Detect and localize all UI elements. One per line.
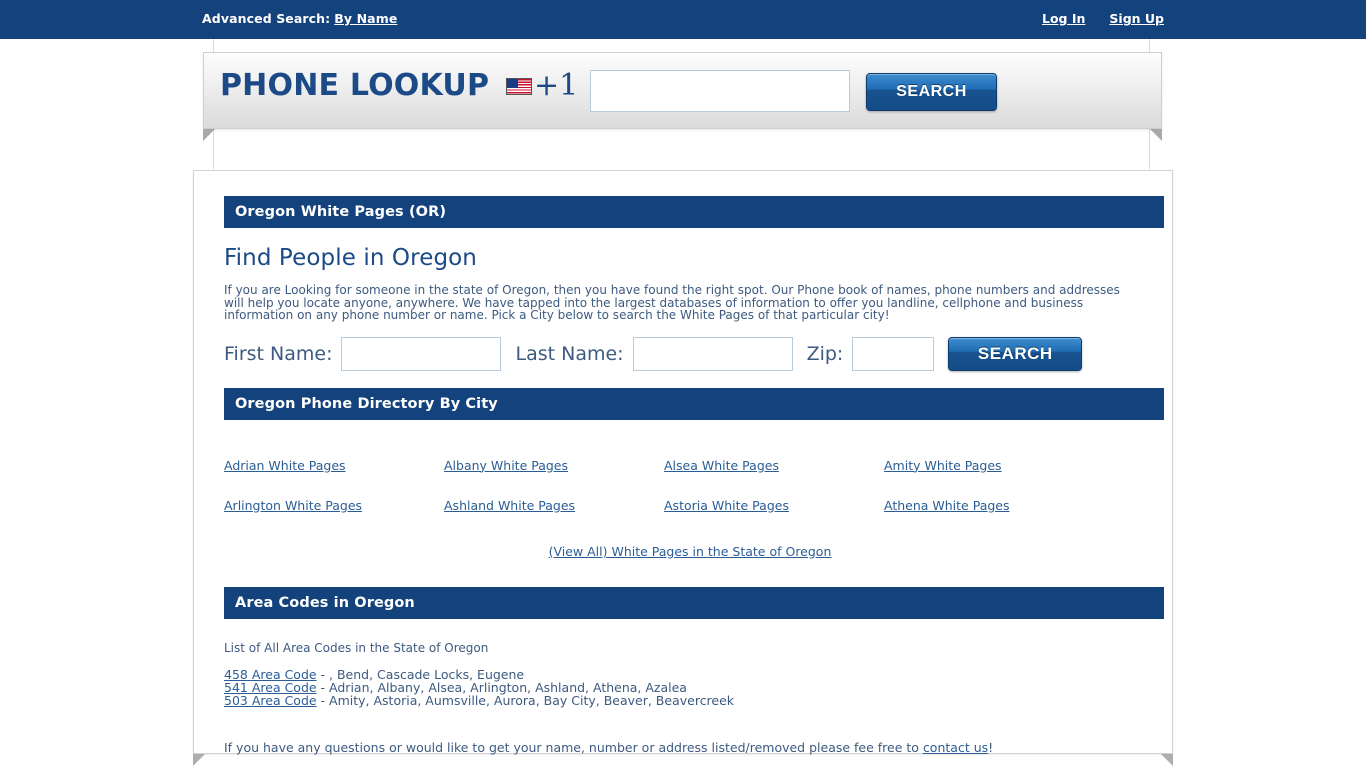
contact-line: If you have any questions or would like …	[224, 740, 1164, 755]
list-item: Adrian White Pages	[224, 455, 444, 474]
list-item: Astoria White Pages	[664, 495, 884, 514]
list-item: Athena White Pages	[884, 495, 1104, 514]
main-content-box: Oregon White Pages (OR) Find People in O…	[193, 170, 1173, 755]
first-name-input[interactable]	[341, 336, 502, 371]
auth-links: Log In Sign Up	[1018, 11, 1164, 26]
city-link[interactable]: Astoria White Pages	[664, 498, 789, 513]
city-link[interactable]: Arlington White Pages	[224, 498, 362, 513]
state-section-header: Oregon White Pages (OR)	[224, 196, 1164, 228]
phone-lookup-input[interactable]	[590, 70, 850, 112]
city-links-grid: Adrian White Pages Albany White Pages Al…	[224, 455, 1164, 514]
country-code-label: +1	[534, 68, 579, 103]
phone-lookup-title: PHONE LOOKUP	[220, 68, 490, 103]
name-search-form: First Name: Last Name: Zip: SEARCH	[224, 335, 1164, 373]
country-selector[interactable]: +1	[506, 71, 578, 101]
view-all-cities-link[interactable]: (View All) White Pages in the State of O…	[549, 544, 832, 559]
view-all-container: (View All) White Pages in the State of O…	[224, 541, 1164, 560]
city-link[interactable]: Ashland White Pages	[444, 498, 575, 513]
area-code-cities: - Amity, Astoria, Aumsville, Aurora, Bay…	[316, 692, 735, 708]
city-directory-header: Oregon Phone Directory By City	[224, 387, 1164, 420]
city-link[interactable]: Amity White Pages	[884, 458, 1002, 473]
area-codes-intro: List of All Area Codes in the State of O…	[224, 640, 489, 655]
phone-lookup-banner: PHONE LOOKUP +1 SEARCH	[203, 52, 1162, 129]
city-link[interactable]: Alsea White Pages	[664, 458, 779, 473]
list-item: Ashland White Pages	[444, 495, 664, 514]
name-search-button[interactable]: SEARCH	[948, 336, 1083, 371]
area-codes-list: 458 Area Code - , Bend, Cascade Locks, E…	[224, 668, 1164, 707]
log-in-link[interactable]: Log In	[1042, 11, 1085, 26]
page-title: Find People in Oregon	[224, 245, 477, 271]
area-codes-header: Area Codes in Oregon	[224, 586, 1164, 619]
list-item: 503 Area Code - Amity, Astoria, Aumsvill…	[224, 694, 1164, 707]
list-item: Albany White Pages	[444, 455, 664, 474]
banner-notch-right	[1150, 129, 1162, 141]
last-name-input[interactable]	[632, 336, 793, 371]
city-link[interactable]: Adrian White Pages	[224, 458, 346, 473]
sign-up-link[interactable]: Sign Up	[1109, 11, 1164, 26]
first-name-label: First Name:	[224, 342, 333, 365]
area-code-link[interactable]: 503 Area Code	[224, 693, 317, 708]
top-navigation-bar: Advanced Search: By Name Log In Sign Up	[0, 0, 1366, 39]
advanced-search-label: Advanced Search:	[202, 11, 331, 26]
intro-paragraph: If you are Looking for someone in the st…	[224, 283, 1120, 322]
advanced-search-by-name-link[interactable]: By Name	[334, 11, 397, 26]
contact-suffix: !	[988, 739, 994, 755]
contact-us-link[interactable]: contact us	[923, 740, 988, 755]
advanced-search-block: Advanced Search: By Name	[202, 11, 397, 26]
city-link[interactable]: Albany White Pages	[444, 458, 568, 473]
content-notch-right	[1161, 754, 1173, 766]
list-item: Alsea White Pages	[664, 455, 884, 474]
contact-prefix: If you have any questions or would like …	[224, 739, 923, 755]
zip-input[interactable]	[852, 336, 935, 371]
last-name-label: Last Name:	[515, 342, 624, 365]
content-notch-left	[193, 754, 205, 766]
banner-notch-left	[203, 129, 215, 141]
list-item: Amity White Pages	[884, 455, 1104, 474]
phone-lookup-search-button[interactable]: SEARCH	[866, 73, 997, 111]
list-item: Arlington White Pages	[224, 495, 444, 514]
us-flag-icon	[506, 77, 532, 95]
zip-label: Zip:	[806, 342, 844, 365]
city-link[interactable]: Athena White Pages	[884, 498, 1010, 513]
